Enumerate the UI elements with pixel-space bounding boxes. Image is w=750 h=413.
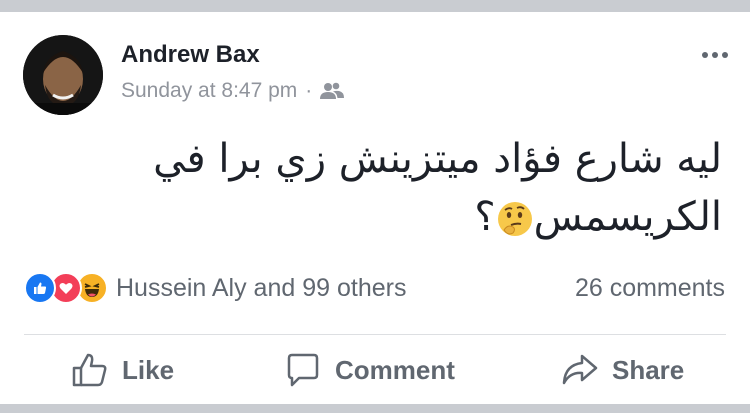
comment-count[interactable]: 26 comments xyxy=(575,274,725,303)
thinking-face-emoji-icon xyxy=(497,202,532,236)
friends-icon[interactable] xyxy=(320,81,345,101)
comment-label: Comment xyxy=(335,354,455,385)
post-text-line-2: الكريسمس ؟ xyxy=(102,188,722,246)
author-name[interactable]: Andrew Bax xyxy=(121,41,260,69)
like-button[interactable]: Like xyxy=(70,350,174,390)
meta-separator: · xyxy=(305,79,313,102)
avatar[interactable] xyxy=(23,35,103,115)
dot-icon xyxy=(702,52,708,58)
like-label: Like xyxy=(122,354,175,385)
share-label: Share xyxy=(612,354,685,385)
post-text-line-1: ليه شارع فؤاد ميتزينش زي برا في xyxy=(153,136,722,182)
share-arrow-icon xyxy=(562,354,598,385)
avatar-photo xyxy=(23,35,103,115)
dot-icon xyxy=(712,52,718,58)
reactions-summary[interactable]: Hussein Aly and 99 others xyxy=(24,272,406,304)
post-text: ليه شارع فؤاد ميتزينش زي برا في الكريسمس… xyxy=(102,130,722,246)
post-card: Andrew Bax Sunday at 8:47 pm · ليه شارع … xyxy=(0,12,750,404)
comment-button[interactable]: Comment xyxy=(283,350,455,390)
dot-icon xyxy=(722,52,728,58)
post-meta: Sunday at 8:47 pm · xyxy=(121,79,345,103)
reaction-names[interactable]: Hussein Aly and 99 others xyxy=(116,274,406,303)
like-reaction-icon xyxy=(24,272,56,304)
post-text-word: الكريسمس xyxy=(533,194,722,240)
speech-bubble-icon xyxy=(287,353,319,387)
post-text-question-mark: ؟ xyxy=(474,194,496,240)
thumbs-up-icon xyxy=(72,353,107,387)
post-timestamp[interactable]: Sunday at 8:47 pm xyxy=(121,79,297,103)
more-options-button[interactable] xyxy=(702,52,728,58)
divider xyxy=(24,334,726,335)
share-button[interactable]: Share xyxy=(560,350,684,390)
action-bar: Like Comment Share xyxy=(0,350,750,410)
